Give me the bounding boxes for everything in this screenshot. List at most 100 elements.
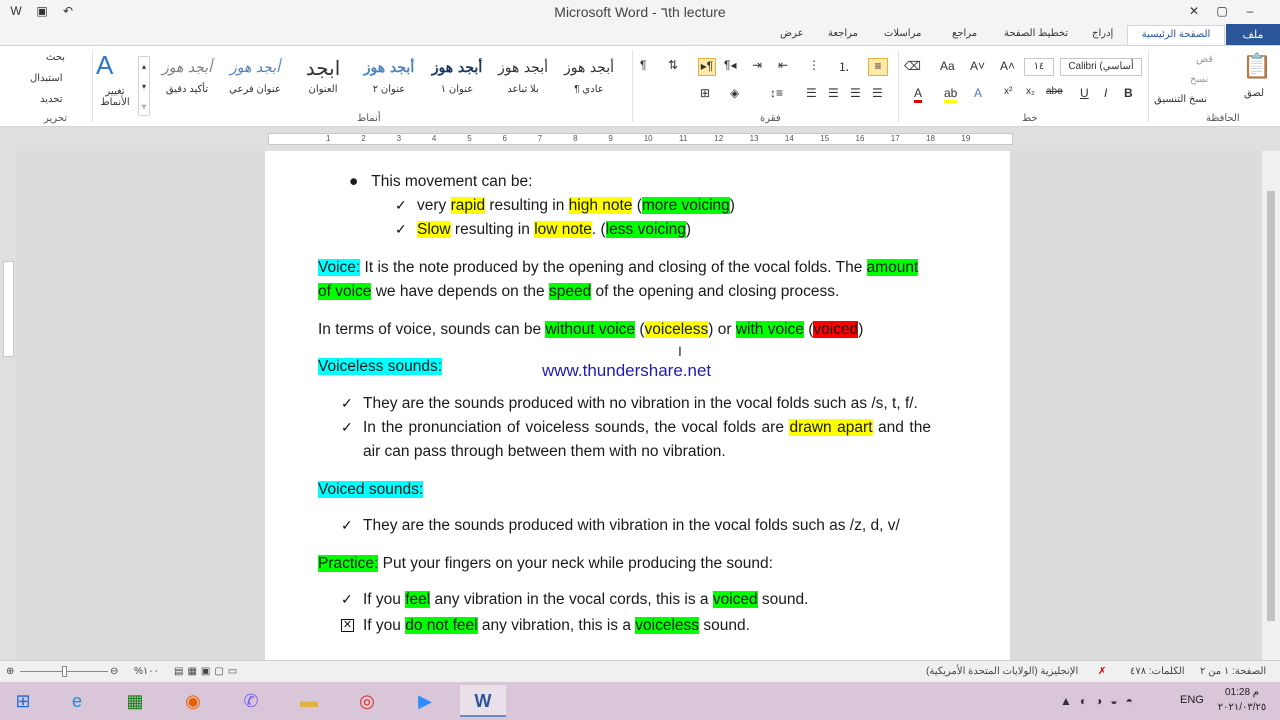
paste-label[interactable]: لصق bbox=[1244, 88, 1264, 99]
align-center-icon[interactable]: ☰ bbox=[828, 86, 839, 100]
zoom-out-icon[interactable]: ⊖ bbox=[110, 666, 118, 677]
ruler-tick: 2 bbox=[361, 134, 366, 143]
align-right-icon[interactable]: ☰ bbox=[850, 86, 861, 100]
shrink-font-icon[interactable]: A˅ bbox=[970, 59, 985, 73]
tab-page-layout[interactable]: تخطيط الصفحة bbox=[1004, 28, 1068, 39]
styles-scroll-icon[interactable]: ▴ ▾ ▿ bbox=[138, 56, 150, 116]
zoom-app-icon[interactable]: ▶ bbox=[402, 685, 448, 717]
title-bar: W ▣ ↶ Microsoft Word - ٦th lecture ✕ ▢ – bbox=[0, 0, 1280, 24]
highlight-icon[interactable]: ab bbox=[944, 86, 958, 103]
ribbon-separator bbox=[1148, 50, 1149, 122]
multilevel-list-icon[interactable]: ⋮ bbox=[808, 58, 820, 72]
ltr-icon[interactable]: ▸¶ bbox=[698, 58, 716, 76]
align-left-icon[interactable]: ☰ bbox=[806, 86, 817, 100]
ruler-tick: 16 bbox=[855, 134, 865, 143]
view-buttons[interactable]: ▤▦▣▢▭ bbox=[174, 666, 241, 677]
proofing-icon[interactable]: ✗ bbox=[1098, 666, 1106, 677]
voice-paragraph-line-2: of voice we have depends on the speed of… bbox=[318, 283, 840, 300]
style-heading-1[interactable]: أبجد هوز عنوان ١ bbox=[424, 54, 490, 106]
tab-insert[interactable]: إدراج bbox=[1092, 28, 1113, 39]
bullets-icon[interactable]: ≡ bbox=[868, 58, 888, 76]
clear-formatting-icon[interactable]: ⌫ bbox=[904, 59, 921, 73]
minimize-button[interactable]: – bbox=[1238, 2, 1262, 20]
vertical-scrollbar[interactable] bbox=[1262, 151, 1280, 660]
grow-font-icon[interactable]: A˄ bbox=[1000, 59, 1015, 73]
ruler-tick: 7 bbox=[537, 134, 543, 143]
bold-icon[interactable]: B bbox=[1124, 86, 1133, 100]
strikethrough-icon[interactable]: abe bbox=[1046, 86, 1063, 97]
tab-review[interactable]: مراجعة bbox=[828, 28, 858, 39]
italic-icon[interactable]: I bbox=[1104, 86, 1107, 100]
store-icon[interactable]: ▦ bbox=[112, 685, 158, 717]
select-button[interactable]: تحديد bbox=[40, 94, 63, 105]
zoom-slider-thumb[interactable] bbox=[62, 666, 67, 677]
ie-icon[interactable]: e bbox=[54, 685, 100, 717]
document-area: ● This movement can be: ✓ very rapid res… bbox=[0, 151, 1262, 660]
show-marks-icon[interactable]: ¶ bbox=[640, 58, 646, 72]
page-count[interactable]: الصفحة: ١ من ٢ bbox=[1200, 666, 1266, 677]
close-button[interactable]: ✕ bbox=[1182, 2, 1206, 20]
change-styles-button[interactable]: تغيير الأنماط bbox=[96, 86, 134, 108]
input-language[interactable]: ENG bbox=[1180, 694, 1204, 706]
tab-file[interactable]: ملف bbox=[1226, 24, 1280, 45]
tab-mailings[interactable]: مراسلات bbox=[884, 28, 921, 39]
style-title[interactable]: ابجد العنوان bbox=[290, 54, 356, 106]
style-subtle-emphasis[interactable]: أبجد هوز تأكيد دقيق bbox=[154, 54, 220, 106]
file-explorer-icon[interactable]: ▬ bbox=[286, 685, 332, 717]
clock-time[interactable]: 01:28 م bbox=[1214, 687, 1270, 698]
cut-button[interactable]: قص bbox=[1196, 54, 1213, 65]
font-color-icon[interactable]: A bbox=[914, 86, 923, 103]
shading-icon[interactable]: ◈ bbox=[730, 86, 739, 100]
voiceless-item-1: They are the sounds produced with no vib… bbox=[363, 395, 918, 412]
tab-references[interactable]: مراجع bbox=[952, 28, 977, 39]
style-no-spacing[interactable]: أبجد هوز بلا تباعد bbox=[490, 54, 556, 106]
find-button[interactable]: بحث bbox=[46, 52, 65, 63]
maximize-button[interactable]: ▢ bbox=[1210, 2, 1234, 20]
slow-line: Slow resulting in low note. (less voicin… bbox=[417, 221, 691, 238]
document-page[interactable]: ● This movement can be: ✓ very rapid res… bbox=[265, 151, 1010, 660]
sort-icon[interactable]: ⇅ bbox=[668, 58, 678, 72]
text-effects-icon[interactable]: A bbox=[974, 86, 982, 100]
font-name-select[interactable]: Calibri (أساسي bbox=[1060, 58, 1142, 76]
increase-indent-icon[interactable]: ⇥ bbox=[752, 58, 762, 72]
start-button[interactable]: ⊞ bbox=[0, 685, 46, 717]
numbering-icon[interactable]: ⒈ bbox=[838, 58, 850, 75]
ruler-tick: 10 bbox=[643, 134, 653, 143]
decrease-indent-icon[interactable]: ⇤ bbox=[778, 58, 788, 72]
scroll-thumb[interactable] bbox=[1267, 191, 1275, 621]
ruler-tick: 17 bbox=[890, 134, 900, 143]
word-taskbar-icon[interactable]: W bbox=[460, 685, 506, 717]
change-case-icon[interactable]: Aa bbox=[940, 59, 955, 73]
chrome-icon[interactable]: ◎ bbox=[344, 685, 390, 717]
zoom-level[interactable]: %١٠٠ bbox=[134, 666, 159, 677]
rtl-icon[interactable]: ¶◂ bbox=[724, 58, 736, 72]
check-icon: ✓ bbox=[341, 591, 353, 607]
subscript-icon[interactable]: x₂ bbox=[1026, 86, 1035, 97]
line-spacing-icon[interactable]: ↕≡ bbox=[770, 86, 783, 100]
font-group-label: خط bbox=[1022, 113, 1038, 124]
style-subtitle[interactable]: أبجد هوز عنوان فرعي bbox=[222, 54, 288, 106]
tab-home[interactable]: الصفحة الرئيسية bbox=[1127, 25, 1225, 45]
underline-icon[interactable]: U bbox=[1080, 86, 1089, 100]
clock-date[interactable]: ٢٠٢١/٠٣/٢٥ bbox=[1212, 702, 1272, 713]
format-painter-button[interactable]: نسخ التنسيق bbox=[1154, 94, 1207, 105]
viber-icon[interactable]: ✆ bbox=[228, 685, 274, 717]
zoom-in-icon[interactable]: ⊕ bbox=[6, 666, 14, 677]
superscript-icon[interactable]: x² bbox=[1004, 86, 1012, 97]
justify-icon[interactable]: ☰ bbox=[872, 86, 883, 100]
tab-view[interactable]: عرض bbox=[780, 28, 804, 39]
horizontal-ruler[interactable]: 1 2 3 4 5 6 7 8 9 10 11 12 13 14 15 16 17 18 19 bbox=[0, 127, 1280, 151]
word-count[interactable]: الكلمات: ٤٧٨ bbox=[1130, 666, 1185, 677]
tray-icons[interactable]: ▲◐◑◒◓ bbox=[1060, 694, 1141, 708]
paste-icon[interactable]: 📋 bbox=[1240, 52, 1274, 86]
firefox-icon[interactable]: ◉ bbox=[170, 685, 216, 717]
style-normal[interactable]: أبجد هوز ¶ عادي bbox=[556, 54, 622, 106]
replace-button[interactable]: استبدال bbox=[30, 73, 63, 84]
font-size-select[interactable]: ١٤ bbox=[1024, 58, 1054, 76]
borders-icon[interactable]: ⊞ bbox=[700, 86, 710, 100]
language-indicator[interactable]: الإنجليزية (الولايات المتحدة الأمريكية) bbox=[926, 666, 1078, 677]
vertical-ruler[interactable] bbox=[0, 151, 17, 660]
style-heading-2[interactable]: أبجد هوز عنوان ٢ bbox=[356, 54, 422, 106]
change-styles-icon[interactable]: A bbox=[96, 50, 113, 81]
copy-button[interactable]: نسخ bbox=[1190, 74, 1208, 85]
